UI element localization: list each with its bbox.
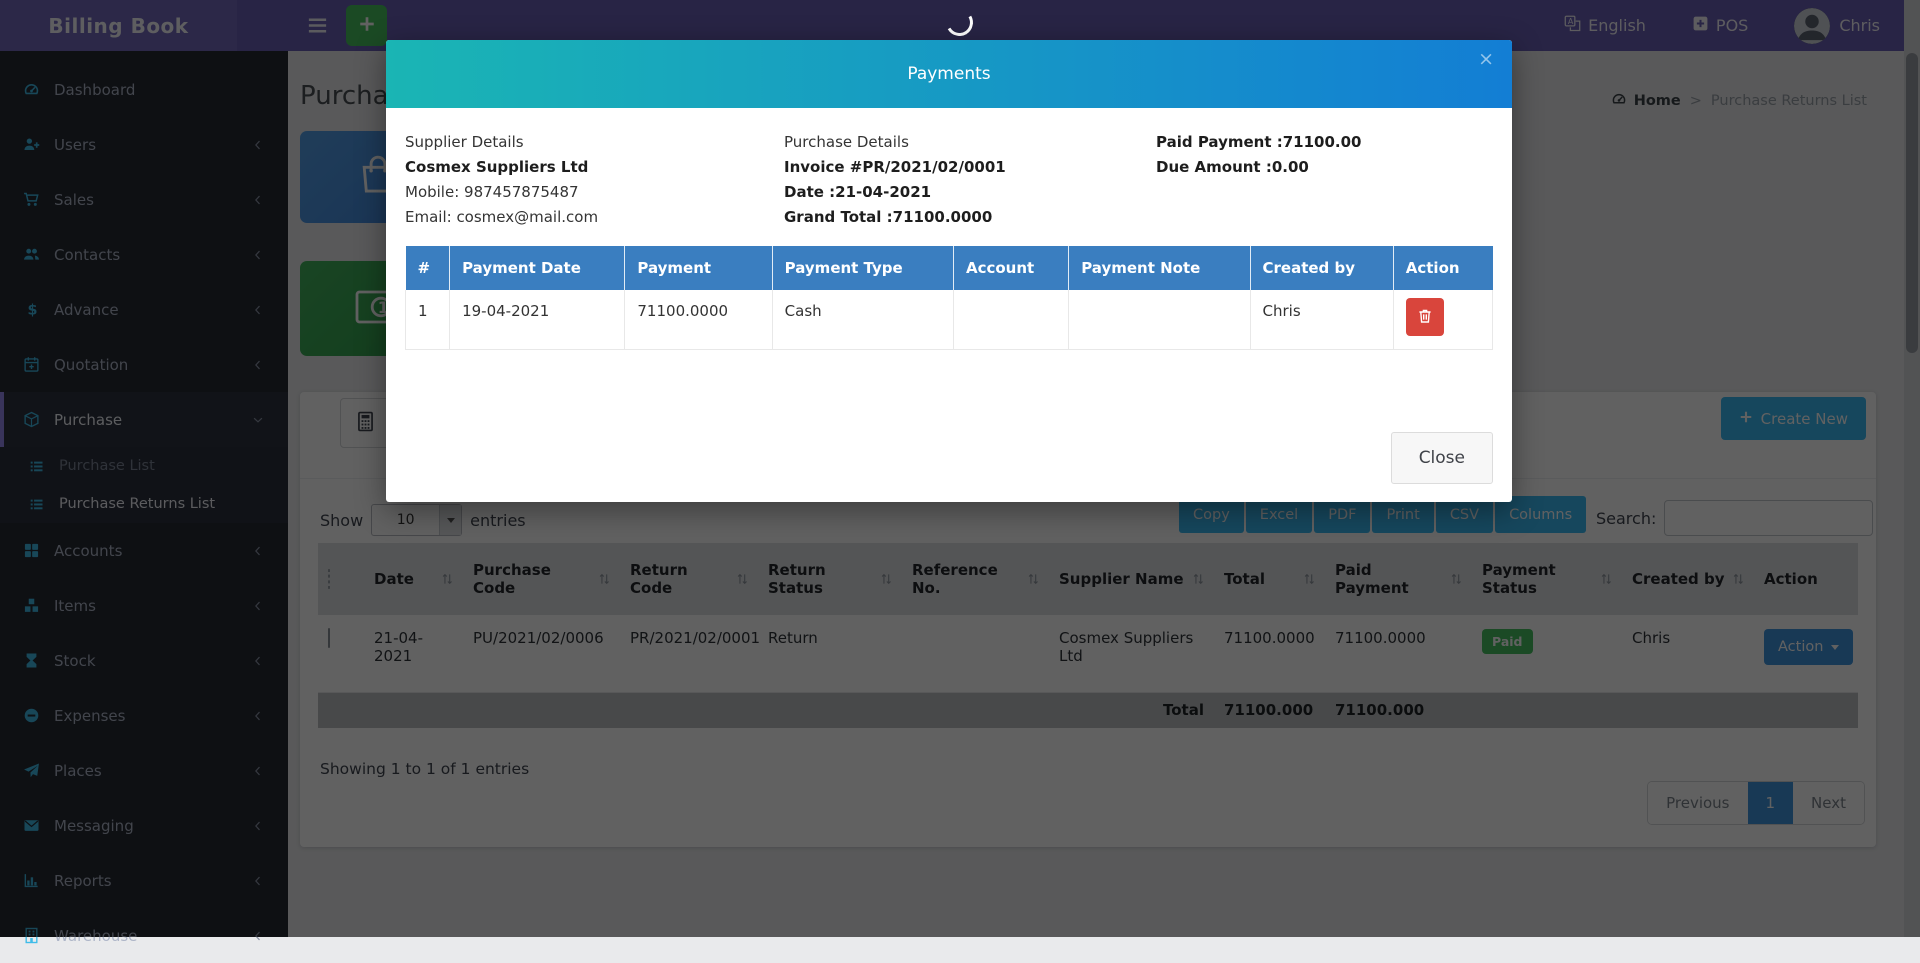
purchase-date: Date :21-04-2021 xyxy=(784,180,1156,205)
supplier-email: Email: cosmex@mail.com xyxy=(405,205,784,230)
payments-header-row: # Payment Date Payment Payment Type Acco… xyxy=(406,246,1493,290)
trash-icon xyxy=(1417,308,1433,327)
payment-amount: 71100.0000 xyxy=(625,290,772,349)
supplier-heading: Supplier Details xyxy=(405,130,784,155)
purchase-details: Purchase Details Invoice #PR/2021/02/000… xyxy=(784,130,1156,230)
payment-row: 1 19-04-2021 71100.0000 Cash Chris xyxy=(406,290,1493,349)
payment-date: 19-04-2021 xyxy=(450,290,625,349)
supplier-name: Cosmex Suppliers Ltd xyxy=(405,155,784,180)
supplier-details: Supplier Details Cosmex Suppliers Ltd Mo… xyxy=(405,130,784,230)
close-icon[interactable]: × xyxy=(1478,48,1494,70)
modal-header: Payments × xyxy=(386,40,1512,108)
due-amount-text: Due Amount :0.00 xyxy=(1156,155,1493,180)
purchase-invoice: Invoice #PR/2021/02/0001 xyxy=(784,155,1156,180)
payments-table: # Payment Date Payment Payment Type Acco… xyxy=(405,246,1493,350)
modal-footer: Close xyxy=(1391,432,1493,484)
payment-summary: Paid Payment :71100.00 Due Amount :0.00 xyxy=(1156,130,1493,230)
supplier-mobile: Mobile: 987457875487 xyxy=(405,180,784,205)
modal-details: Supplier Details Cosmex Suppliers Ltd Mo… xyxy=(386,108,1512,230)
close-button[interactable]: Close xyxy=(1391,432,1493,484)
purchase-grand-total: Grand Total :71100.0000 xyxy=(784,205,1156,230)
payments-modal: Payments × Supplier Details Cosmex Suppl… xyxy=(386,40,1512,502)
paid-payment-text: Paid Payment :71100.00 xyxy=(1156,130,1493,155)
payment-created-by: Chris xyxy=(1250,290,1393,349)
payment-note xyxy=(1069,290,1250,349)
modal-title: Payments xyxy=(907,64,990,84)
payment-type: Cash xyxy=(772,290,953,349)
payment-account xyxy=(953,290,1068,349)
delete-payment-button[interactable] xyxy=(1406,298,1444,336)
payment-num: 1 xyxy=(406,290,450,349)
purchase-heading: Purchase Details xyxy=(784,130,1156,155)
